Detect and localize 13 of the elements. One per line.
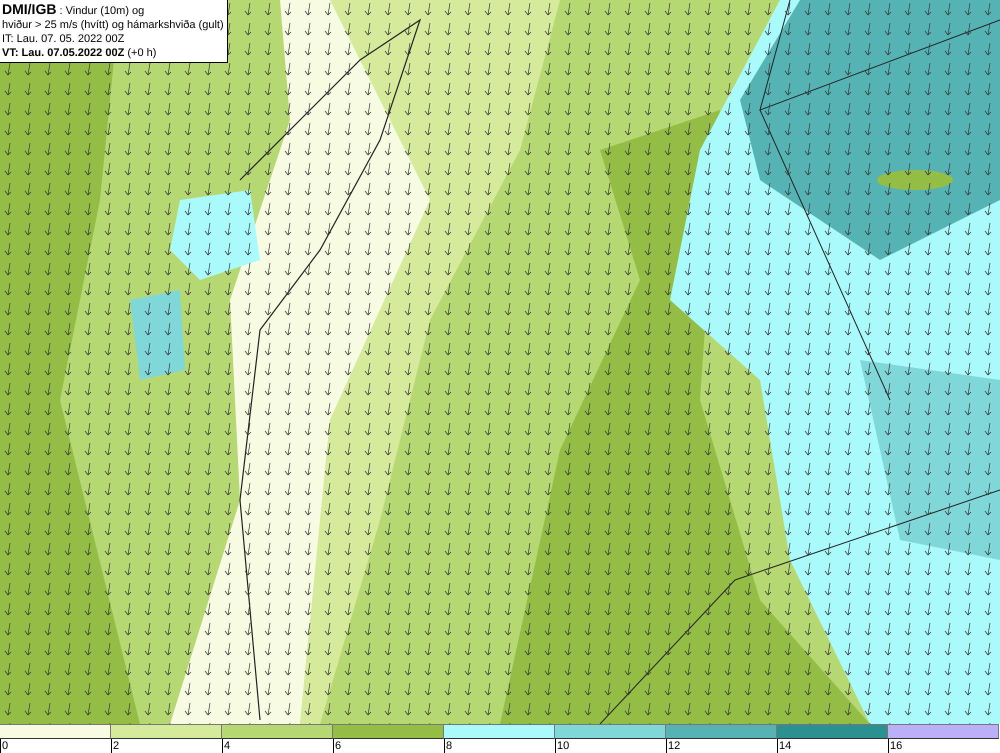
info-text: VT: Lau. 07.05.2022 00Z (+0 h) [2,46,158,60]
legend-label: 12 [666,739,680,753]
legend-label: 6 [333,739,342,753]
legend-label: 14 [777,739,792,753]
legend-label: 16 [888,739,902,753]
info-text: IT: Lau. 07. 05. 2022 00Z [2,32,126,46]
legend-label: 8 [444,739,452,753]
legend-label: 2 [111,739,120,753]
legend-label: 4 [222,739,230,753]
legend-label: 10 [555,739,570,753]
legend-label: 0 [0,739,8,753]
info-text: hviður > 25 m/s (hvítt) og hámarkshviða (gult) [2,18,224,32]
info-text: DMI/IGB : Vindur (10m) og [2,2,146,18]
